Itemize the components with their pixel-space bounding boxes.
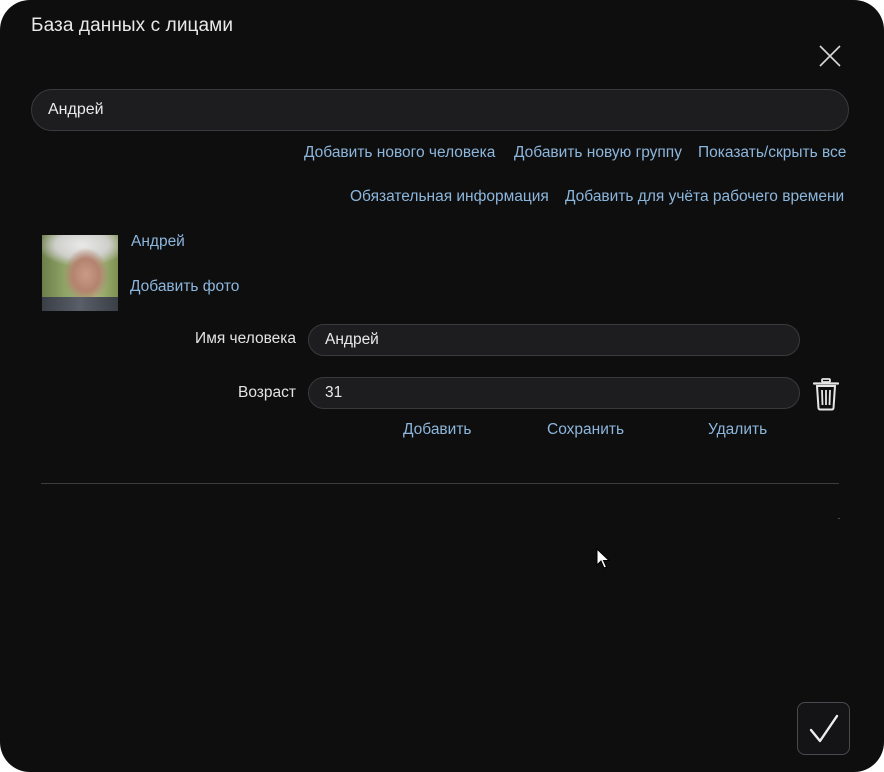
name-field[interactable] (308, 324, 800, 356)
name-input[interactable] (309, 325, 799, 355)
name-field-label: Имя человека (195, 330, 296, 347)
add-worktime-link[interactable]: Добавить для учёта рабочего времени (565, 188, 844, 206)
age-input[interactable] (309, 378, 799, 408)
scroll-marker (838, 518, 840, 519)
confirm-button[interactable] (797, 702, 850, 755)
required-info-link[interactable]: Обязательная информация (350, 188, 549, 206)
mouse-cursor-icon (596, 547, 611, 570)
search-input[interactable] (32, 90, 848, 130)
delete-field-button[interactable] (811, 377, 841, 411)
add-button[interactable]: Добавить (403, 421, 472, 439)
section-divider (41, 483, 839, 484)
add-photo-link[interactable]: Добавить фото (130, 278, 239, 296)
check-icon (809, 714, 839, 743)
search-field[interactable] (31, 89, 849, 131)
toggle-all-link[interactable]: Показать/скрыть все (698, 144, 846, 162)
age-field-label: Возраст (238, 384, 296, 401)
age-field[interactable] (308, 377, 800, 409)
add-person-link[interactable]: Добавить нового человека (304, 144, 495, 162)
add-group-link[interactable]: Добавить новую группу (514, 144, 682, 162)
person-photo (42, 235, 118, 311)
save-button[interactable]: Сохранить (547, 421, 624, 439)
close-button[interactable] (817, 43, 843, 69)
photo-shirt (42, 297, 118, 311)
delete-button[interactable]: Удалить (708, 421, 767, 439)
face-database-dialog: База данных с лицами Добавить нового чел… (0, 0, 884, 772)
trash-icon (812, 378, 840, 411)
close-icon (819, 45, 841, 67)
dialog-title: База данных с лицами (31, 15, 234, 36)
person-name-link[interactable]: Андрей (131, 233, 185, 251)
